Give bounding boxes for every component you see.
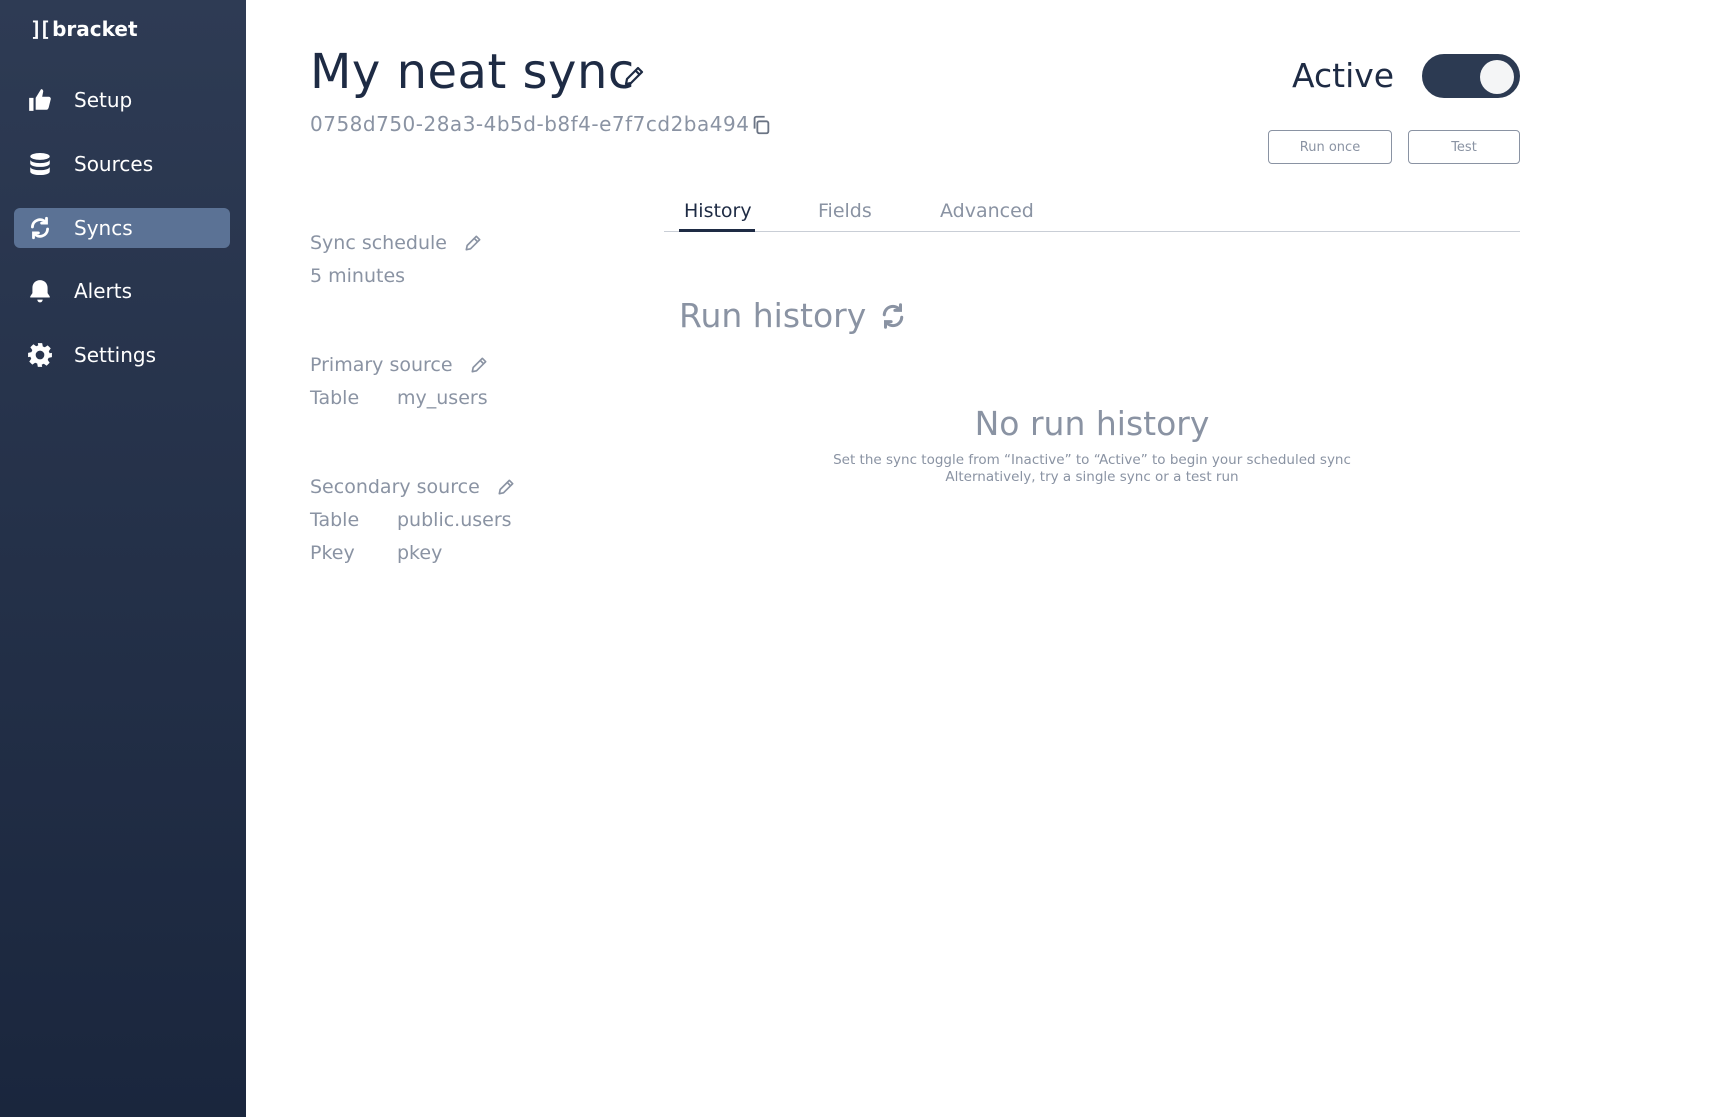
primary-source-label: Primary source: [310, 354, 453, 376]
tab-history[interactable]: History: [684, 200, 752, 228]
sidebar-item-alerts[interactable]: Alerts: [14, 271, 230, 311]
secondary-source-pkey-value: pkey: [397, 542, 443, 564]
logo[interactable]: ][ bracket: [30, 16, 138, 42]
sync-icon: [26, 214, 54, 242]
empty-state-title: No run history: [974, 404, 1210, 443]
sidebar-item-label: Alerts: [74, 279, 133, 303]
sidebar-item-label: Setup: [74, 88, 133, 112]
sync-id: 0758d750-28a3-4b5d-b8f4-e7f7cd2ba494: [310, 112, 750, 136]
empty-state-line-1: Set the sync toggle from “Inactive” to “…: [833, 452, 1351, 468]
refresh-icon[interactable]: [878, 301, 908, 331]
sync-schedule-value: 5 minutes: [310, 265, 406, 287]
gear-icon: [26, 341, 54, 369]
secondary-source-heading: Secondary source: [310, 476, 516, 498]
database-icon: [26, 150, 54, 178]
secondary-source-label: Secondary source: [310, 476, 480, 498]
run-once-button[interactable]: Run once: [1268, 130, 1392, 164]
sidebar-item-label: Syncs: [74, 216, 133, 240]
secondary-source-pkey-key: Pkey: [310, 542, 355, 564]
edit-secondary-source-pencil-icon[interactable]: [496, 477, 516, 497]
primary-source-key: Table: [310, 387, 360, 409]
edit-primary-source-pencil-icon[interactable]: [469, 355, 489, 375]
test-button[interactable]: Test: [1408, 130, 1520, 164]
logo-text: bracket: [52, 17, 138, 41]
page-title: My neat sync: [310, 44, 635, 100]
copy-icon[interactable]: [750, 114, 772, 136]
run-history-heading: Run history: [679, 296, 908, 335]
active-toggle[interactable]: [1422, 54, 1520, 98]
tab-advanced[interactable]: Advanced: [940, 200, 1034, 228]
sidebar-item-label: Settings: [74, 343, 157, 367]
run-history-label: Run history: [679, 296, 867, 335]
sync-schedule-heading: Sync schedule: [310, 232, 483, 254]
thumbs-up-icon: [26, 86, 54, 114]
sync-schedule-label: Sync schedule: [310, 232, 447, 254]
secondary-source-table-value: public.users: [397, 509, 512, 531]
active-tab-indicator: [679, 229, 755, 232]
sidebar-item-setup[interactable]: Setup: [14, 80, 230, 120]
secondary-source-table-key: Table: [310, 509, 360, 531]
status-label: Active: [1292, 56, 1395, 95]
logo-mark: ][: [30, 17, 51, 41]
primary-source-value: my_users: [397, 387, 488, 409]
empty-state-line-2: Alternatively, try a single sync or a te…: [945, 469, 1239, 485]
sidebar-item-label: Sources: [74, 152, 154, 176]
primary-source-heading: Primary source: [310, 354, 489, 376]
bell-icon: [26, 277, 54, 305]
edit-schedule-pencil-icon[interactable]: [463, 233, 483, 253]
app-root: ][ bracket Setup Sources Syncs Alerts Se…: [0, 0, 1728, 1117]
sidebar-item-syncs[interactable]: Syncs: [14, 208, 230, 248]
sidebar: ][ bracket Setup Sources Syncs Alerts Se…: [0, 0, 246, 1117]
sidebar-item-settings[interactable]: Settings: [14, 335, 230, 375]
tabs-divider: [664, 231, 1520, 232]
toggle-knob: [1480, 60, 1514, 94]
tab-fields[interactable]: Fields: [818, 200, 872, 228]
edit-title-pencil-icon[interactable]: [622, 64, 646, 88]
sidebar-item-sources[interactable]: Sources: [14, 144, 230, 184]
